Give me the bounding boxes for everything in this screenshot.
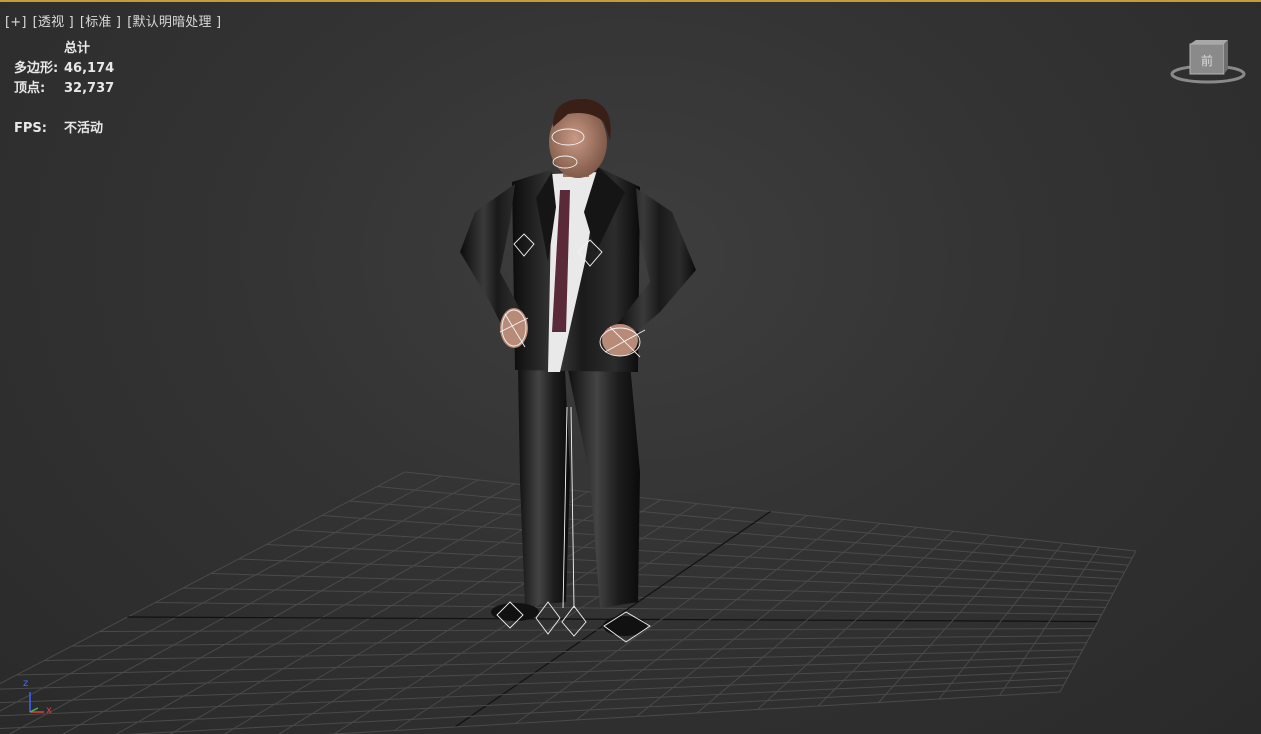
fps-value: 不活动 <box>64 121 104 136</box>
axis-tripod: z x <box>18 678 60 720</box>
grid-line <box>0 677 1068 730</box>
viewport-statistics: 总计 多边形: 46,174 顶点: 32,737 FPS: 不活动 <box>14 39 114 139</box>
right-shoe <box>603 616 647 636</box>
viewport-standard-menu[interactable]: [标准 ] <box>80 15 121 30</box>
fps-label: FPS: <box>14 121 47 136</box>
axis-x-label: x <box>46 705 52 716</box>
viewcube-icon[interactable]: 前 <box>1168 36 1248 88</box>
viewcube-face-label: 前 <box>1201 53 1213 68</box>
polys-value: 46,174 <box>64 61 115 76</box>
viewport-label-menu: [+] [透视 ] [标准 ] [默认明暗处理 ] <box>5 11 227 30</box>
viewport-shading-menu[interactable]: [默认明暗处理 ] <box>127 15 221 30</box>
viewcube[interactable]: 前 <box>1168 36 1248 88</box>
character-model[interactable] <box>460 98 696 643</box>
perspective-viewport[interactable]: [+] [透视 ] [标准 ] [默认明暗处理 ] 总计 多边形: 46,174 顶点:… <box>0 0 1261 734</box>
axis-z-label: z <box>23 678 29 689</box>
viewport-general-menu[interactable]: [+] <box>5 15 27 30</box>
right-hand <box>602 324 638 356</box>
polys-label: 多边形: <box>14 61 59 76</box>
viewport-scene[interactable] <box>0 2 1261 734</box>
right-leg <box>568 364 640 608</box>
verts-value: 32,737 <box>64 81 115 96</box>
verts-label: 顶点: <box>14 81 46 96</box>
grid-line <box>0 670 1072 717</box>
grid-line <box>8 479 479 734</box>
left-leg <box>518 367 570 606</box>
grid-line <box>62 483 515 734</box>
left-shoe <box>491 603 539 621</box>
stats-header: 总计 <box>64 41 91 56</box>
viewport-point-of-view-menu[interactable]: [透视 ] <box>33 15 74 30</box>
